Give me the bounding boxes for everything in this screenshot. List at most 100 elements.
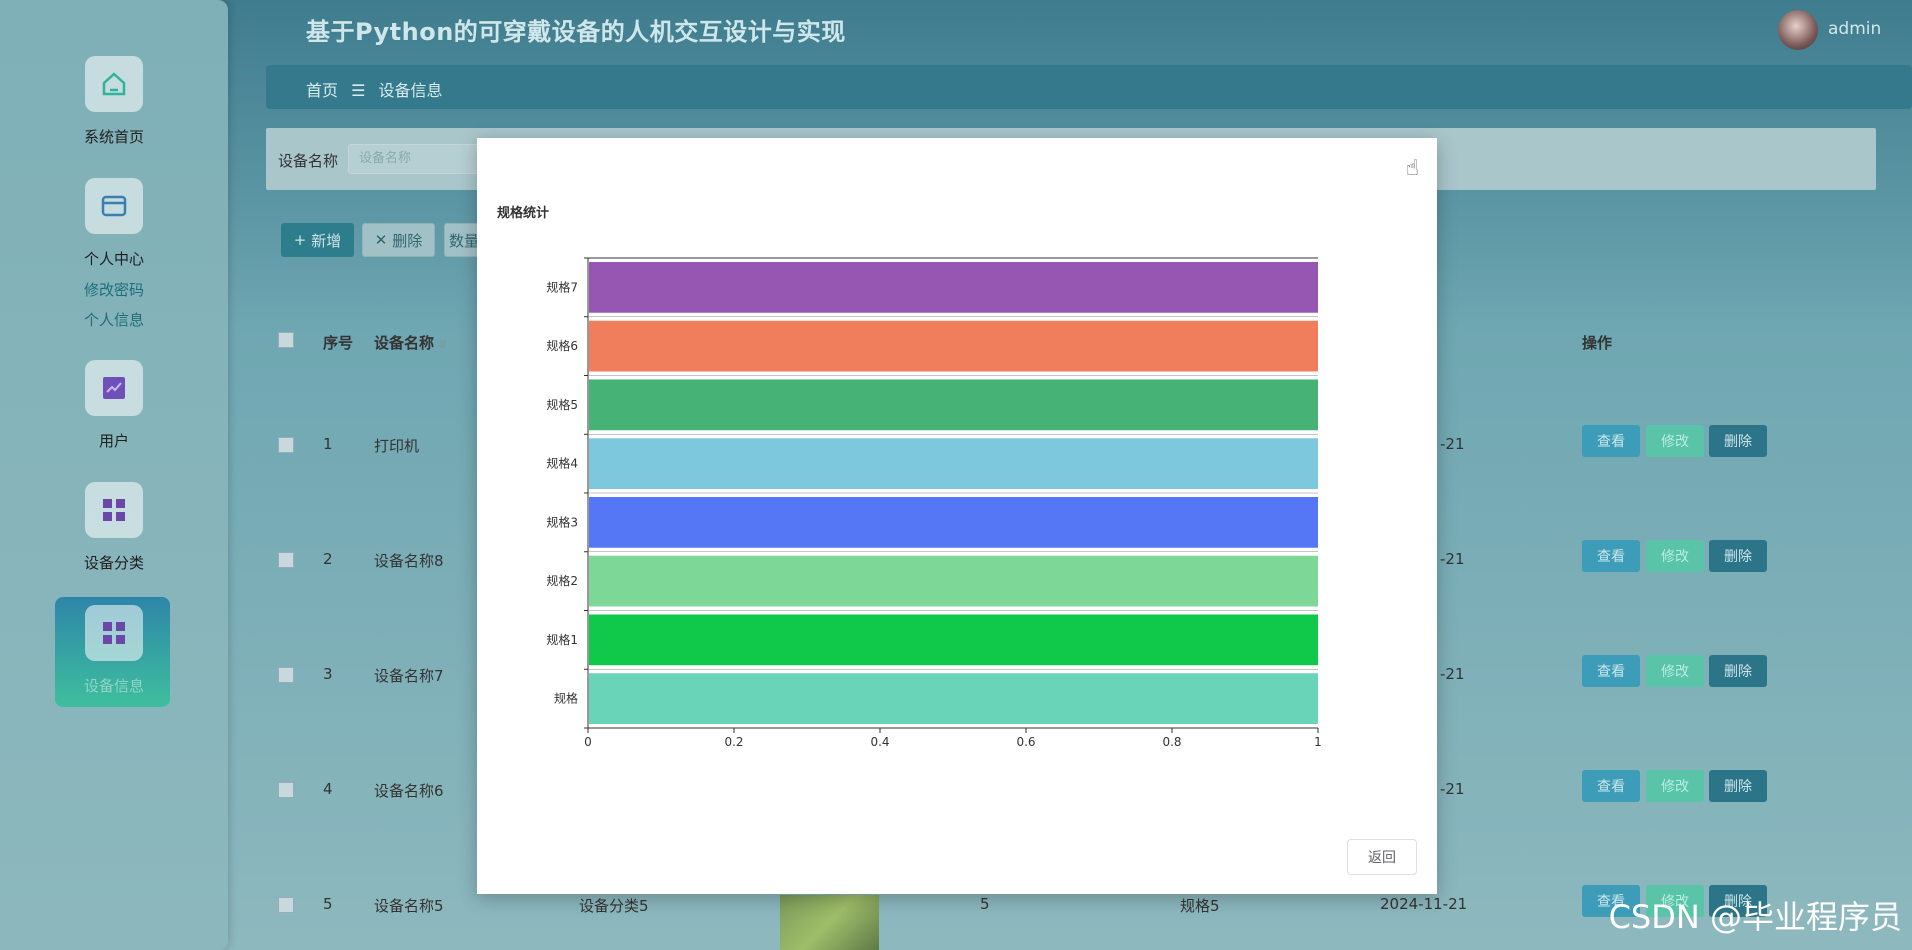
bar: [589, 555, 1318, 607]
row-date: -21: [1440, 665, 1465, 683]
submenu-personal-info[interactable]: 个人信息: [0, 305, 228, 335]
delete-button[interactable]: 删除: [1709, 540, 1767, 572]
y-tick-label: 规格1: [546, 632, 578, 647]
watermark: CSDN @毕业程序员: [1608, 898, 1902, 936]
view-button[interactable]: 查看: [1582, 425, 1640, 457]
y-tick-label: 规格3: [546, 514, 578, 529]
delete-button[interactable]: 删除: [1709, 770, 1767, 802]
chart-icon: [85, 360, 143, 416]
bar: [589, 438, 1318, 489]
close-icon: ✕: [374, 231, 388, 249]
x-tick-label: 0.8: [1162, 735, 1181, 749]
sidebar-item-users[interactable]: 用户: [0, 360, 228, 451]
y-tick-label: 规格2: [546, 573, 578, 588]
home-icon: [85, 56, 143, 112]
row-spec: 规格5: [1180, 897, 1220, 915]
row-index: 2: [323, 550, 333, 568]
bar: [589, 262, 1318, 313]
row-checkbox[interactable]: [278, 437, 294, 453]
delete-button[interactable]: 删除: [1709, 655, 1767, 687]
delete-button[interactable]: 删除: [1709, 425, 1767, 457]
avatar[interactable]: [1778, 10, 1818, 50]
row-date: -21: [1440, 550, 1465, 568]
sidebar-item-label: 设备信息: [83, 677, 144, 695]
y-tick-label: 规格: [554, 691, 578, 706]
back-button[interactable]: 返回: [1347, 839, 1417, 875]
row-date: -21: [1440, 780, 1465, 798]
batch-delete-button[interactable]: ✕ 删除: [362, 223, 435, 257]
x-tick-label: 0.2: [724, 735, 743, 749]
sidebar-item-device-category[interactable]: 设备分类: [0, 482, 228, 573]
bar: [589, 673, 1318, 724]
device-thumbnail: [780, 895, 879, 950]
bar: [589, 614, 1318, 666]
header-index: 序号: [323, 334, 354, 352]
edit-button[interactable]: 修改: [1646, 425, 1704, 457]
breadcrumb-home[interactable]: 首页: [306, 81, 338, 100]
sidebar-item-label: 个人中心: [83, 250, 144, 268]
row-date: 2024-11-21: [1380, 895, 1468, 913]
row-name: 设备名称7: [374, 667, 444, 685]
y-tick-label: 规格4: [546, 456, 578, 471]
breadcrumb: 首页 ☰ 设备信息: [306, 77, 443, 101]
bar: [589, 379, 1318, 431]
search-label: 设备名称: [278, 152, 339, 170]
x-tick-label: 0.4: [870, 735, 889, 749]
search-input[interactable]: 设备名称: [348, 144, 488, 174]
sidebar-item-label: 用户: [98, 432, 129, 450]
stats-modal: ☝ 规格统计 规格 规格1 规格2 规格3 规格4 规格5 规格6 规格7 0 0.2 0.4 0.6…: [477, 138, 1437, 894]
row-count: 5: [980, 895, 990, 913]
row-checkbox[interactable]: [278, 782, 294, 798]
row-index: 4: [323, 780, 333, 798]
row-index: 3: [323, 665, 333, 683]
app-title: 基于Python的可穿戴设备的人机交互设计与实现: [306, 18, 846, 46]
sort-icon: ⇵: [438, 338, 448, 351]
x-tick-label: 0.6: [1016, 735, 1035, 749]
row-checkbox[interactable]: [278, 667, 294, 683]
row-checkbox[interactable]: [278, 897, 294, 913]
sidebar: 系统首页 个人中心 修改密码 个人信息 用户 设备分类 设备信息: [0, 0, 228, 950]
sidebar-item-device-info[interactable]: 设备信息: [0, 605, 228, 696]
row-name: 设备名称5: [374, 897, 444, 915]
y-tick-label: 规格5: [546, 397, 578, 412]
row-category: 设备分类5: [579, 897, 649, 915]
profile-card-icon: [85, 178, 143, 234]
add-button[interactable]: + 新增: [281, 223, 354, 257]
header-name[interactable]: 设备名称 ⇵: [374, 332, 447, 353]
submenu-change-password[interactable]: 修改密码: [0, 275, 228, 305]
breadcrumb-current: 设备信息: [378, 81, 443, 100]
sidebar-item-profile[interactable]: 个人中心 修改密码 个人信息: [0, 178, 228, 335]
plus-icon: +: [293, 231, 307, 249]
grid-icon: [85, 482, 143, 538]
y-tick-label: 规格6: [546, 338, 578, 353]
header-name-label: 设备名称: [374, 334, 435, 352]
sidebar-item-label: 系统首页: [83, 128, 144, 146]
select-all-checkbox[interactable]: [278, 332, 294, 348]
y-tick-label: 规格7: [546, 279, 578, 294]
x-tick-label: 0: [584, 735, 592, 749]
stat-button-label: 数量: [448, 231, 479, 250]
sidebar-item-home[interactable]: 系统首页: [0, 56, 228, 147]
row-name: 设备名称8: [374, 552, 444, 570]
username[interactable]: admin: [1828, 19, 1881, 39]
view-button[interactable]: 查看: [1582, 655, 1640, 687]
x-tick-label: 1: [1314, 735, 1322, 749]
view-button[interactable]: 查看: [1582, 770, 1640, 802]
row-index: 5: [323, 895, 333, 913]
bar: [589, 320, 1318, 372]
edit-button[interactable]: 修改: [1646, 540, 1704, 572]
delete-button-label: 删除: [392, 231, 423, 250]
bar: [589, 497, 1318, 548]
row-date: -21: [1440, 435, 1465, 453]
view-button[interactable]: 查看: [1582, 540, 1640, 572]
row-index: 1: [323, 435, 333, 453]
menu-icon: ☰: [351, 81, 366, 100]
row-name: 设备名称6: [374, 782, 444, 800]
header-ops: 操作: [1582, 334, 1613, 352]
row-name: 打印机: [374, 437, 420, 455]
edit-button[interactable]: 修改: [1646, 770, 1704, 802]
edit-button[interactable]: 修改: [1646, 655, 1704, 687]
row-checkbox[interactable]: [278, 552, 294, 568]
grid-icon: [85, 605, 143, 661]
breadcrumb-bar: 首页 ☰ 设备信息: [266, 65, 1912, 109]
